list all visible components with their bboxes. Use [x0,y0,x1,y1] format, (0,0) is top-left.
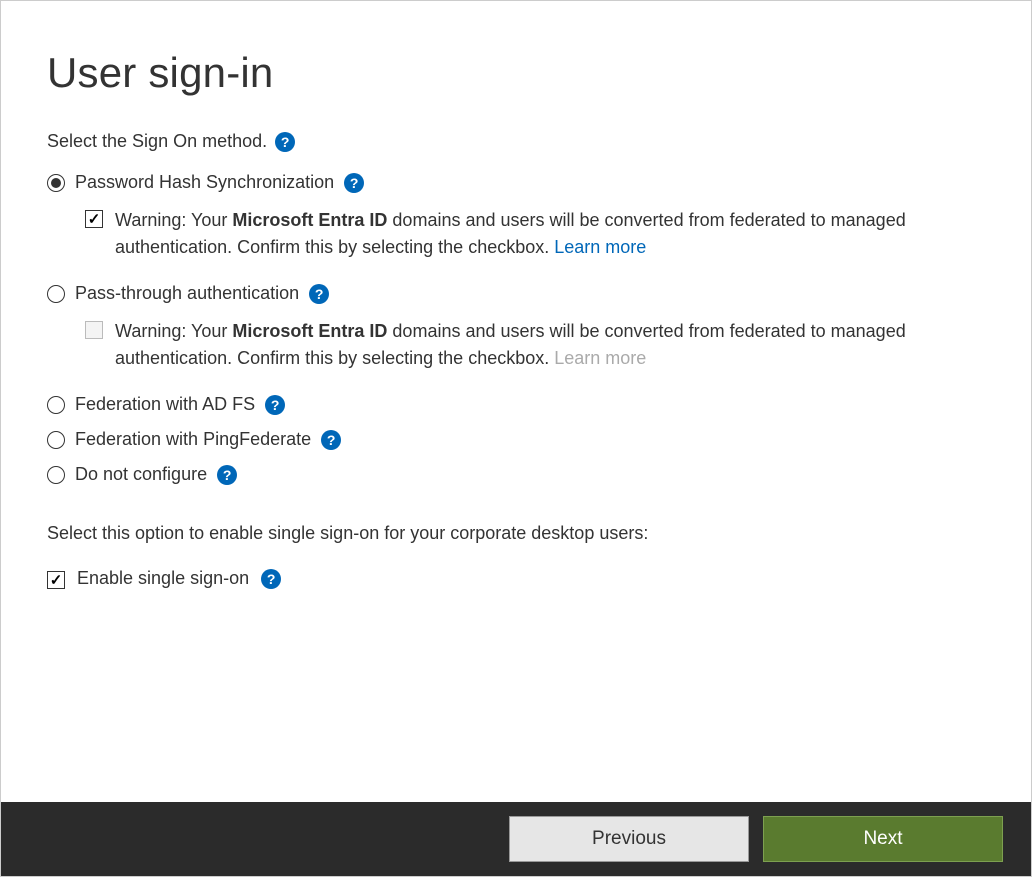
sso-section: Select this option to enable single sign… [47,523,985,589]
warning-bold: Microsoft Entra ID [232,321,387,341]
learn-more-link-disabled: Learn more [554,348,646,368]
warning-prefix: Warning: Your [115,210,232,230]
sso-label: Enable single sign-on [77,568,249,589]
checkbox-pass-through-warning [85,321,103,339]
option-federation-adfs-label: Federation with AD FS [75,394,255,415]
checkbox-password-hash-warning[interactable] [85,210,103,228]
warning-prefix: Warning: Your [115,321,232,341]
help-icon[interactable]: ? [265,395,285,415]
help-icon[interactable]: ? [217,465,237,485]
help-icon[interactable]: ? [261,569,281,589]
sso-description: Select this option to enable single sign… [47,523,985,544]
select-method-label: Select the Sign On method. ? [47,131,985,152]
option-password-hash-label: Password Hash Synchronization [75,172,334,193]
next-button[interactable]: Next [763,816,1003,862]
option-do-not-configure[interactable]: Do not configure ? [47,464,985,485]
radio-pass-through[interactable] [47,285,65,303]
option-pass-through[interactable]: Pass-through authentication ? [47,283,985,304]
checkbox-enable-sso[interactable] [47,571,65,589]
radio-federation-adfs[interactable] [47,396,65,414]
help-icon[interactable]: ? [321,430,341,450]
option-pass-through-label: Pass-through authentication [75,283,299,304]
radio-federation-ping[interactable] [47,431,65,449]
pass-through-warning-text: Warning: Your Microsoft Entra ID domains… [115,318,985,372]
select-method-text: Select the Sign On method. [47,131,267,152]
previous-button[interactable]: Previous [509,816,749,862]
wizard-footer: Previous Next [1,802,1031,876]
help-icon[interactable]: ? [275,132,295,152]
option-federation-ping-label: Federation with PingFederate [75,429,311,450]
help-icon[interactable]: ? [309,284,329,304]
sso-row[interactable]: Enable single sign-on ? [47,568,985,589]
radio-do-not-configure[interactable] [47,466,65,484]
warning-bold: Microsoft Entra ID [232,210,387,230]
pass-through-warning-row: Warning: Your Microsoft Entra ID domains… [85,318,985,372]
learn-more-link[interactable]: Learn more [554,237,646,257]
option-federation-ping[interactable]: Federation with PingFederate ? [47,429,985,450]
option-federation-adfs[interactable]: Federation with AD FS ? [47,394,985,415]
password-hash-warning-row: Warning: Your Microsoft Entra ID domains… [85,207,985,261]
radio-password-hash[interactable] [47,174,65,192]
password-hash-warning-text: Warning: Your Microsoft Entra ID domains… [115,207,985,261]
page-title: User sign-in [47,49,985,97]
help-icon[interactable]: ? [344,173,364,193]
option-password-hash[interactable]: Password Hash Synchronization ? [47,172,985,193]
option-do-not-configure-label: Do not configure [75,464,207,485]
